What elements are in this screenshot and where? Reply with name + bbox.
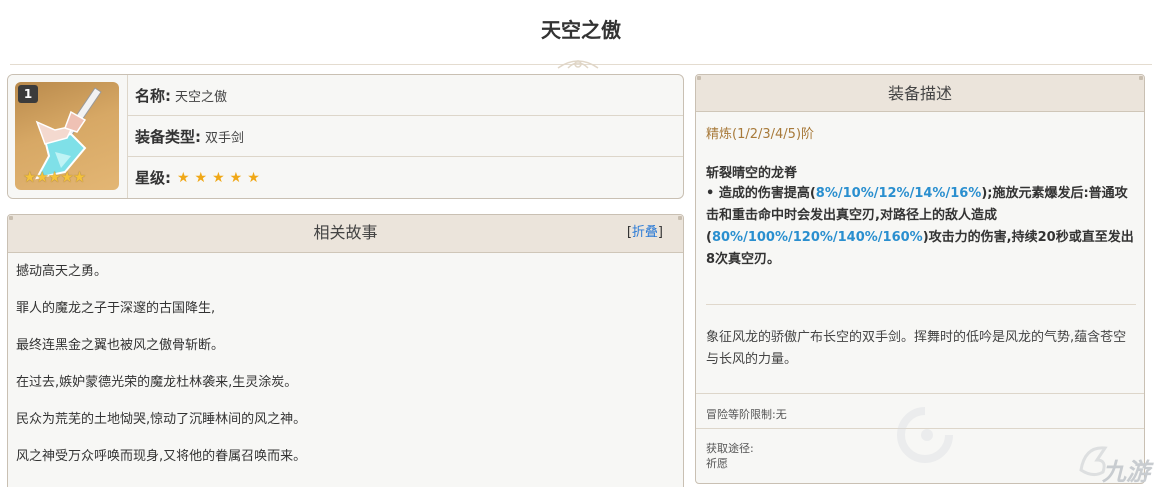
source-label: 获取途径: (706, 442, 754, 455)
story-header: 相关故事 [折叠] (8, 215, 683, 253)
rarity-label: 星级: (135, 169, 171, 187)
watermark-text: 九游 (1102, 458, 1150, 486)
collapse-link[interactable]: 折叠 (632, 225, 658, 240)
section-divider (706, 304, 1136, 305)
name-label: 名称: (135, 86, 171, 105)
type-label: 装备类型: (135, 127, 201, 146)
thumb-star-rating: ★★★★★ (23, 168, 86, 186)
passive-name: 斩裂晴空的龙脊 (706, 166, 798, 181)
type-value: 双手剑 (205, 130, 245, 146)
story-panel: 相关故事 [折叠] 撼动高天之勇。 罪人的魔龙之子于深邃的古国降生, 最终连黑金… (7, 214, 684, 487)
info-row-type: 装备类型: 双手剑 (128, 116, 683, 157)
description-header: 装备描述 (696, 75, 1144, 112)
source-value: 祈愿 (706, 457, 728, 470)
story-body: 撼动高天之勇。 罪人的魔龙之子于深邃的古国降生, 最终连黑金之翼也被风之傲骨斩断… (8, 253, 683, 475)
refine-badge: 1 (18, 85, 38, 103)
lore-text: 象征风龙的骄傲广布长空的双手剑。挥舞时的低吟是风龙的气势,蕴含苍空与长风的力量。 (706, 330, 1127, 367)
refine-levels[interactable]: 精炼(1/2/3/4/5)阶 (696, 112, 1144, 152)
ghost-logo-icon (897, 407, 953, 463)
description-header-title: 装备描述 (887, 84, 952, 103)
name-value: 天空之傲 (175, 89, 228, 105)
weapon-thumb-cell: 1 ★★★★★ (8, 75, 128, 198)
story-line: 最终连黑金之翼也被风之傲骨斩断。 (16, 338, 225, 353)
story-header-title: 相关故事 (313, 223, 378, 242)
weapon-thumbnail[interactable]: 1 ★★★★★ (15, 82, 119, 190)
collapse-toggle: [折叠] (626, 225, 663, 240)
weapon-info-card: 1 ★★★★★ 名称: 天空之傲 装备类型: 双手剑 星级: ★★★★★ (7, 74, 684, 199)
story-line: 罪人的魔龙之子于深邃的古国降生, (16, 301, 216, 316)
page-title: 天空之傲 (541, 18, 621, 42)
info-row-name: 名称: 天空之傲 (128, 75, 683, 116)
story-line: 风之神受万众呼唤而现身,又将他的眷属召唤而来。 (16, 449, 307, 464)
story-line: 撼动高天之勇。 (16, 264, 108, 279)
story-line: 民众为荒芜的土地恸哭,惊动了沉睡林间的风之神。 (16, 412, 307, 427)
info-row-rarity: 星级: ★★★★★ (128, 157, 683, 198)
story-line: 在过去,嫉妒蒙德光荣的魔龙杜林袭来,生灵涂炭。 (16, 375, 298, 390)
passive-text: • 造成的伤害提高(8%/10%/12%/14%/16%);施放元素爆发后:普通… (706, 186, 1134, 267)
star-rating: ★★★★★ (177, 169, 265, 186)
divider-ornament-icon (557, 60, 599, 69)
